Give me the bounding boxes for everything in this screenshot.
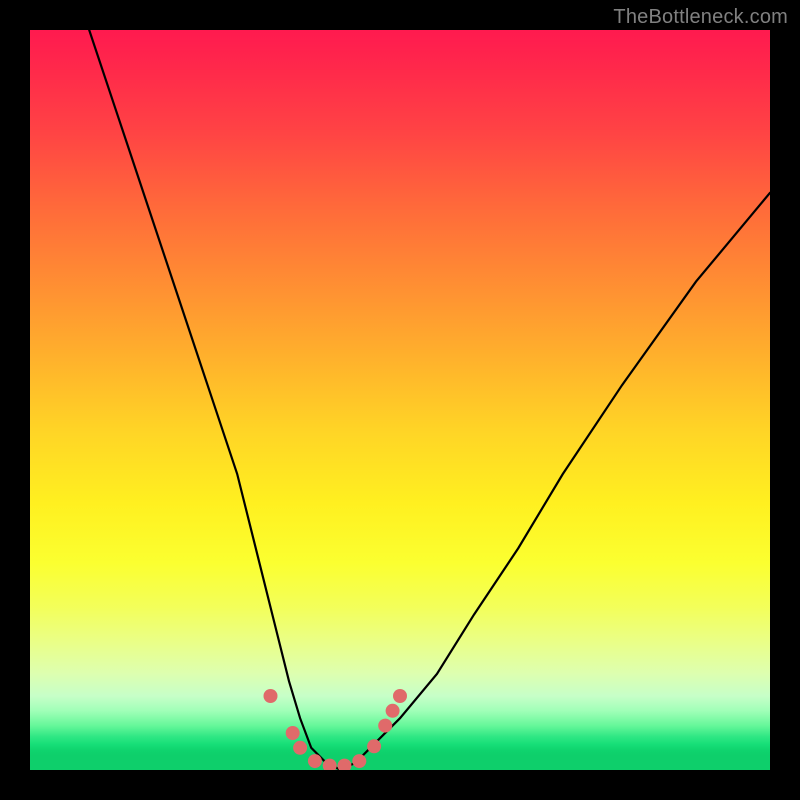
curve-layer (89, 30, 770, 770)
highlight-dot (393, 689, 407, 703)
bottleneck-curve (89, 30, 770, 770)
highlight-dot (293, 741, 307, 755)
highlight-dot (323, 759, 337, 770)
highlight-dot (352, 754, 366, 768)
highlight-dot (378, 719, 392, 733)
highlight-dot (308, 754, 322, 768)
chart-frame: TheBottleneck.com (0, 0, 800, 800)
highlight-dots (264, 689, 408, 770)
highlight-dot (264, 689, 278, 703)
watermark-text: TheBottleneck.com (613, 6, 788, 29)
highlight-dot (338, 759, 352, 770)
chart-plot-area (30, 30, 770, 770)
highlight-dot (286, 726, 300, 740)
highlight-dot (367, 739, 381, 753)
chart-svg (30, 30, 770, 770)
highlight-dot (386, 704, 400, 718)
